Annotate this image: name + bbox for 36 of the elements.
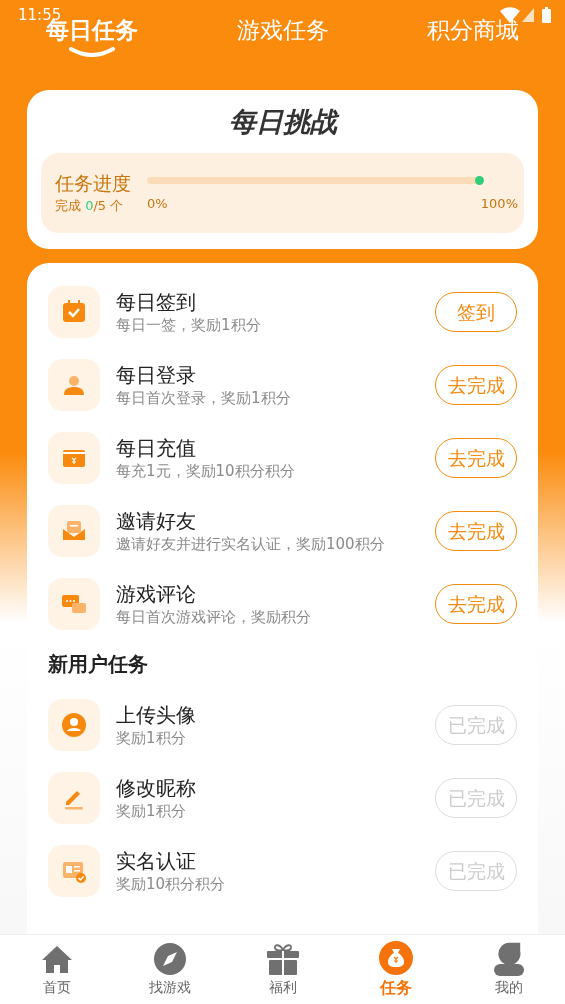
completed-count: 完成 0/5 个 xyxy=(55,196,125,215)
nav-tab[interactable]: 任务 xyxy=(355,939,436,1000)
home-icon xyxy=(40,944,73,974)
task-description: 奖励10积分积分 xyxy=(116,874,227,894)
task-description: 每充1元，奖励10积分积分 xyxy=(116,461,296,481)
task-title: 每日充值 xyxy=(116,435,197,461)
nav-tab[interactable]: 首页 xyxy=(16,941,97,998)
nav-tab[interactable]: 福利 xyxy=(242,941,323,998)
task-description: 奖励1积分 xyxy=(116,801,187,821)
section-title: 新用户任务 xyxy=(48,650,148,678)
gift-icon xyxy=(265,942,300,976)
task-title: 邀请好友 xyxy=(116,508,197,534)
task-description: 奖励1积分 xyxy=(116,728,187,748)
task-title: 每日登录 xyxy=(116,362,197,388)
task-title: 上传头像 xyxy=(116,702,197,728)
top-tab[interactable]: 积分商城 xyxy=(427,14,519,62)
progress-end-label: 100% xyxy=(480,195,518,214)
task-description: 每日首次游戏评论，奖励积分 xyxy=(116,607,312,627)
task-title: 游戏评论 xyxy=(116,581,197,607)
task-description: 邀请好友并进行实名认证，奖励100积分 xyxy=(116,534,386,554)
signal-icon xyxy=(522,8,534,23)
task-title: 实名认证 xyxy=(116,848,197,874)
money-bag-icon xyxy=(378,940,413,975)
task-title: 修改昵称 xyxy=(116,775,197,801)
task-title: 每日签到 xyxy=(116,289,197,315)
battery-icon xyxy=(542,7,551,24)
compass-icon xyxy=(152,942,187,976)
user-icon xyxy=(492,942,525,976)
nav-tab[interactable]: 找游戏 xyxy=(129,941,210,998)
top-tab[interactable]: 游戏任务 xyxy=(236,14,329,62)
task-description: 每日首次登录，奖励1积分 xyxy=(116,388,292,408)
progress-start-label: 0% xyxy=(147,195,168,214)
tab-underline-icon xyxy=(68,46,116,58)
nav-tab[interactable]: 我的 xyxy=(468,941,549,998)
progress-label: 任务进度 xyxy=(55,170,132,196)
task-description: 每日一签，奖励1积分 xyxy=(116,315,262,335)
